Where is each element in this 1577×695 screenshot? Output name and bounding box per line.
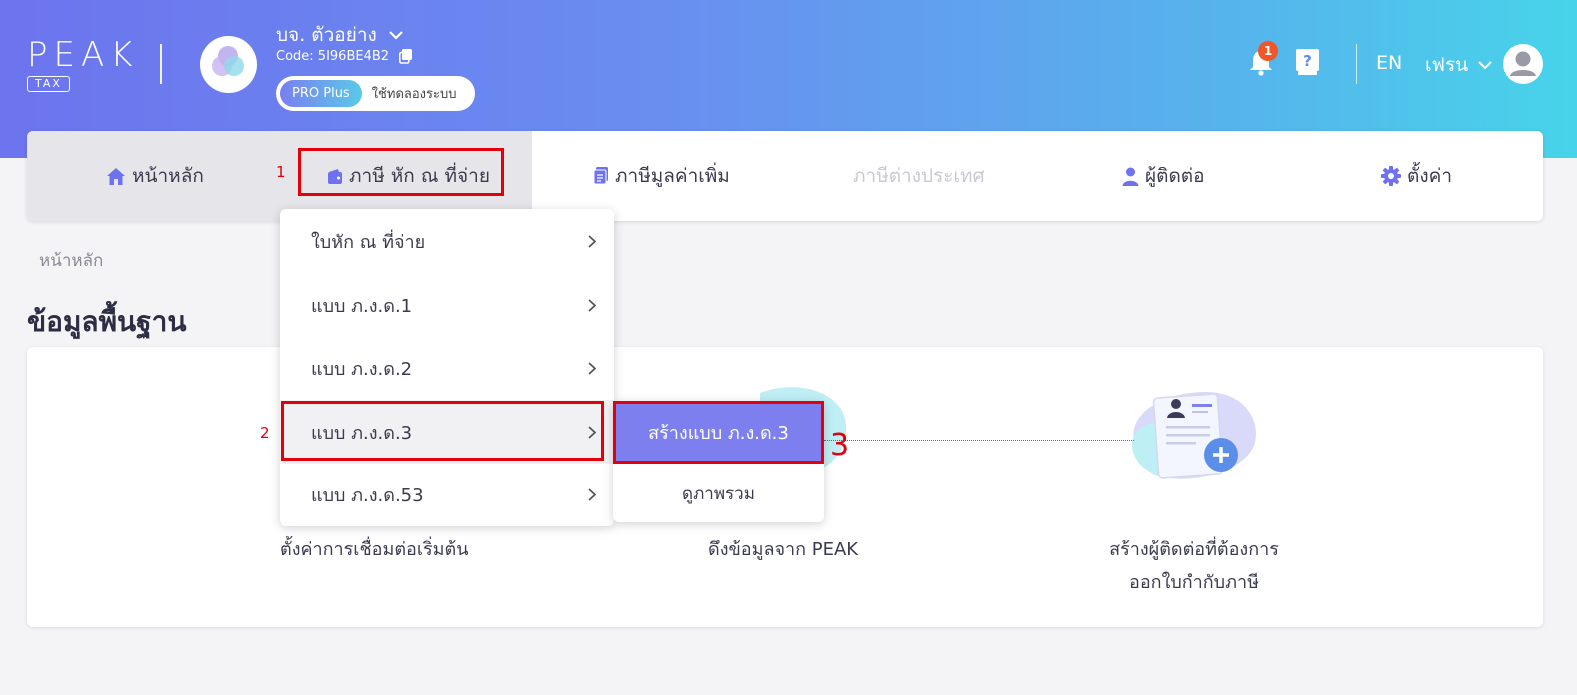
chevron-right-icon <box>588 234 596 248</box>
menu-item-pnd1[interactable]: แบบ ภ.ง.ด.1 <box>280 273 614 337</box>
peak-logo[interactable]: PEAK TAX <box>27 38 139 92</box>
caption-line: สร้างผู้ติดต่อที่ต้องการ <box>1109 539 1279 560</box>
menu-item-pnd53[interactable]: แบบ ภ.ง.ด.53 <box>280 462 614 526</box>
step-connector <box>824 440 1134 441</box>
annotation-number-3: 3 <box>830 428 850 463</box>
plan-trial-text: ใช้ทดลองระบบ <box>371 87 457 102</box>
menu-item-label: แบบ ภ.ง.ด.1 <box>311 295 413 317</box>
nav-label: หน้าหลัก <box>132 165 204 187</box>
company-code: Code: 5I96BE4B2 <box>276 49 413 64</box>
menu-item-label: ใบหัก ณ ที่จ่าย <box>311 231 426 253</box>
caption-line: ออกใบกำกับภาษี <box>1129 572 1259 593</box>
withholding-tax-dropdown: ใบหัก ณ ที่จ่าย แบบ ภ.ง.ด.1 แบบ ภ.ง.ด.2 … <box>280 209 614 526</box>
nav-item-vat[interactable]: ภาษีมูลค่าเพิ่ม <box>593 161 730 191</box>
menu-item-pnd2[interactable]: แบบ ภ.ง.ด.2 <box>280 336 614 400</box>
username: เฟรน <box>1425 54 1469 76</box>
main-nav: หน้าหลัก ภาษี หัก ณ ที่จ่าย ภาษีมูลค่าเพ… <box>27 131 1543 221</box>
breadcrumb[interactable]: หน้าหลัก <box>39 247 103 274</box>
chevron-down-icon <box>1478 61 1492 70</box>
chevron-right-icon <box>588 487 596 501</box>
header-divider-right <box>1356 44 1357 84</box>
notification-badge: 1 <box>1258 41 1278 61</box>
annotation-box-2 <box>281 401 604 461</box>
logo-text: PEAK <box>27 35 139 75</box>
nav-label: ตั้งค่า <box>1407 165 1452 187</box>
help-book-icon[interactable]: ? <box>1295 48 1320 76</box>
company-switcher[interactable]: บจ. ตัวอย่าง <box>276 20 403 50</box>
logo-tax-label: TAX <box>27 76 70 92</box>
chevron-down-icon <box>389 31 403 40</box>
home-icon <box>107 167 125 185</box>
chevron-right-icon <box>588 298 596 312</box>
company-code-text: Code: 5I96BE4B2 <box>276 49 390 64</box>
plan-badge: PRO Plus <box>280 80 362 107</box>
user-menu[interactable]: เฟรน <box>1425 50 1492 80</box>
overview-button[interactable]: ดูภาพรวม <box>613 464 824 522</box>
nav-item-contacts[interactable]: ผู้ติดต่อ <box>1122 161 1205 191</box>
company-name: บจ. ตัวอย่าง <box>276 24 377 46</box>
person-icon <box>1122 167 1139 186</box>
page-title: ข้อมูลพื้นฐาน <box>27 305 187 338</box>
create-contact-illustration <box>1132 391 1256 479</box>
plan-pill[interactable]: PRO Plus ใช้ทดลองระบบ <box>276 76 475 111</box>
menu-item-label: แบบ ภ.ง.ด.53 <box>311 484 424 506</box>
gear-icon <box>1381 166 1401 186</box>
annotation-number-1: 1 <box>276 163 286 181</box>
company-logo[interactable] <box>200 36 257 93</box>
menu-item-label: แบบ ภ.ง.ด.2 <box>311 358 413 380</box>
language-switch[interactable]: EN <box>1376 52 1402 74</box>
chevron-right-icon <box>588 361 596 375</box>
annotation-number-2: 2 <box>260 424 270 442</box>
header-divider <box>160 44 162 84</box>
nav-label: ภาษีต่างประเทศ <box>853 165 985 187</box>
nav-item-foreign-tax: ภาษีต่างประเทศ <box>853 161 985 191</box>
step-caption-pull-data: ดึงข้อมูลจาก PEAK <box>708 539 859 560</box>
menu-item-withholding-certificate[interactable]: ใบหัก ณ ที่จ่าย <box>280 209 614 273</box>
svg-text:?: ? <box>1303 52 1312 70</box>
step-caption-create-contact: สร้างผู้ติดต่อที่ต้องการ ออกใบกำกับภาษี <box>1094 534 1294 596</box>
nav-label: ภาษีมูลค่าเพิ่ม <box>615 165 730 187</box>
nav-label: ผู้ติดต่อ <box>1145 165 1205 187</box>
annotation-box-3 <box>613 401 824 464</box>
annotation-box-1 <box>298 148 504 196</box>
user-avatar[interactable] <box>1503 44 1543 84</box>
copy-icon[interactable] <box>399 49 413 64</box>
nav-item-home[interactable]: หน้าหลัก <box>106 161 204 191</box>
nav-item-settings[interactable]: ตั้งค่า <box>1381 161 1452 191</box>
document-icon <box>593 167 608 185</box>
step-caption-setup: ตั้งค่าการเชื่อมต่อเริ่มต้น <box>280 539 469 560</box>
